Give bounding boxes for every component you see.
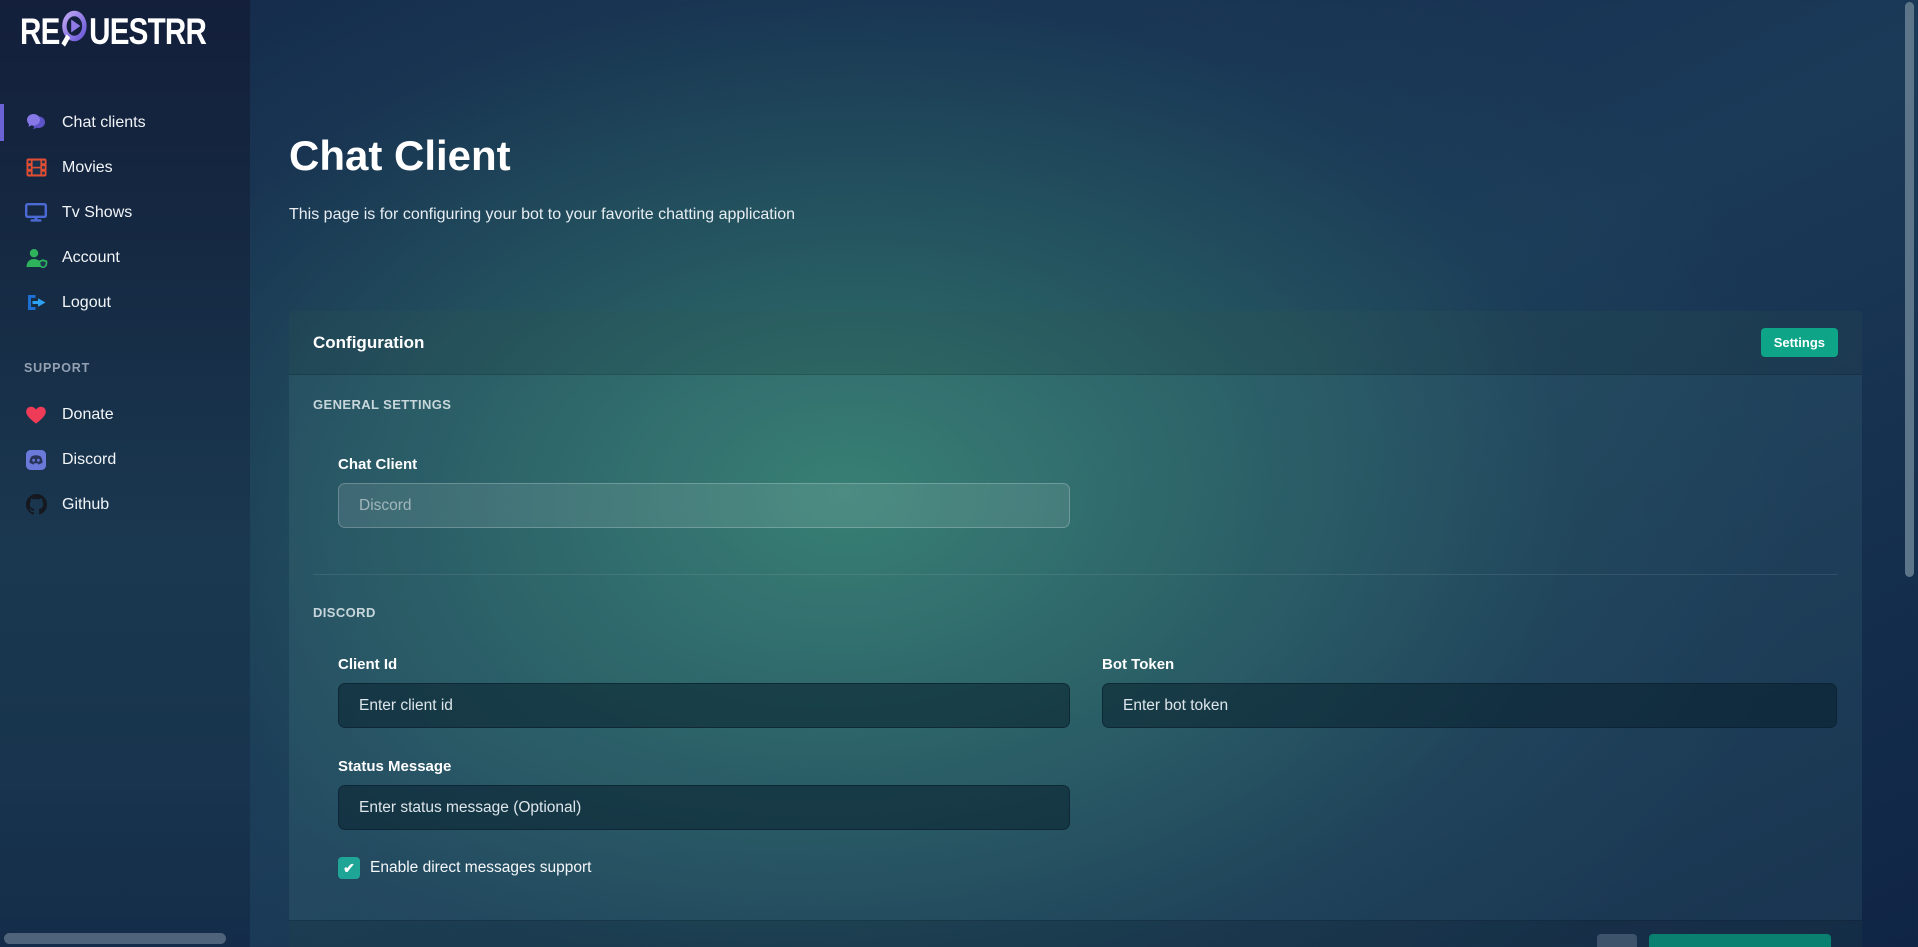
github-icon <box>24 494 48 515</box>
bot-token-field-group: Bot Token <box>1102 656 1837 728</box>
sidebar-item-movies[interactable]: Movies <box>0 145 250 190</box>
settings-button[interactable]: Settings <box>1761 328 1838 357</box>
sidebar-item-account[interactable]: Account <box>0 235 250 280</box>
client-id-input[interactable] <box>338 683 1070 728</box>
user-shield-icon <box>24 248 48 268</box>
bot-token-label: Bot Token <box>1102 656 1837 673</box>
main-content: Chat Client This page is for configuring… <box>250 0 1918 947</box>
sidebar-item-donate[interactable]: Donate <box>0 392 250 437</box>
configuration-card-footer <box>289 920 1862 947</box>
sidebar-item-discord[interactable]: Discord <box>0 437 250 482</box>
page-title: Chat Client <box>289 132 511 180</box>
sidebar-item-label: Logout <box>62 294 111 312</box>
secondary-action-button-partial[interactable] <box>1597 934 1637 947</box>
discord-settings-heading: DISCORD <box>313 605 1838 620</box>
sidebar-item-label: Discord <box>62 451 116 469</box>
chat-client-label: Chat Client <box>338 456 1070 473</box>
sidebar-item-label: Movies <box>62 159 113 177</box>
client-id-field-group: Client Id <box>338 656 1070 728</box>
app-logo[interactable]: RE UESTRR <box>0 0 250 52</box>
sidebar-item-label: Donate <box>62 406 114 424</box>
client-id-label: Client Id <box>338 656 1070 673</box>
chat-client-field-group: Chat Client <box>338 456 1070 528</box>
sidebar-item-chat-clients[interactable]: Chat clients <box>0 100 250 145</box>
status-message-field-group: Status Message <box>338 758 1070 830</box>
sidebar-item-tv-shows[interactable]: Tv Shows <box>0 190 250 235</box>
configuration-card-body: GENERAL SETTINGS Chat Client DISCORD Cli… <box>289 397 1862 879</box>
app-logo-text: RE UESTRR <box>20 7 206 58</box>
sidebar-item-label: Account <box>62 249 120 267</box>
film-icon <box>24 158 48 177</box>
configuration-card-header: Configuration Settings <box>289 311 1862 375</box>
sidebar-item-github[interactable]: Github <box>0 482 250 527</box>
general-settings-heading: GENERAL SETTINGS <box>313 397 1838 412</box>
horizontal-scrollbar-thumb[interactable] <box>4 933 226 944</box>
discord-icon <box>24 450 48 470</box>
support-section-header: SUPPORT <box>24 361 90 375</box>
save-changes-button-partial[interactable] <box>1649 934 1831 947</box>
heart-icon <box>24 405 48 425</box>
dm-support-checkbox[interactable] <box>338 857 360 879</box>
configuration-card: Configuration Settings GENERAL SETTINGS … <box>289 311 1862 947</box>
dm-support-label: Enable direct messages support <box>370 859 591 877</box>
sidebar-item-label: Github <box>62 496 109 514</box>
status-message-label: Status Message <box>338 758 1070 775</box>
logo-prefix: RE <box>20 11 60 53</box>
tv-icon <box>24 203 48 222</box>
vertical-scrollbar-thumb[interactable] <box>1905 2 1914 577</box>
sidebar-item-label: Chat clients <box>62 114 146 132</box>
page-subtitle: This page is for configuring your bot to… <box>289 206 795 224</box>
logo-suffix: UESTRR <box>89 11 206 53</box>
sidebar-item-logout[interactable]: Logout <box>0 280 250 325</box>
sidebar-nav: Chat clients Movies <box>0 100 250 325</box>
bot-token-input[interactable] <box>1102 683 1837 728</box>
sidebar-item-label: Tv Shows <box>62 204 132 222</box>
configuration-title: Configuration <box>313 333 424 353</box>
dm-support-row: Enable direct messages support <box>338 857 1838 879</box>
chat-bubbles-icon <box>24 113 48 133</box>
section-divider <box>313 574 1838 575</box>
logout-icon <box>24 293 48 312</box>
sidebar: RE UESTRR <box>0 0 250 947</box>
support-nav: Donate Discord Github <box>0 392 250 527</box>
status-message-input[interactable] <box>338 785 1070 830</box>
logo-q-play-icon <box>61 9 88 58</box>
chat-client-input <box>338 483 1070 528</box>
